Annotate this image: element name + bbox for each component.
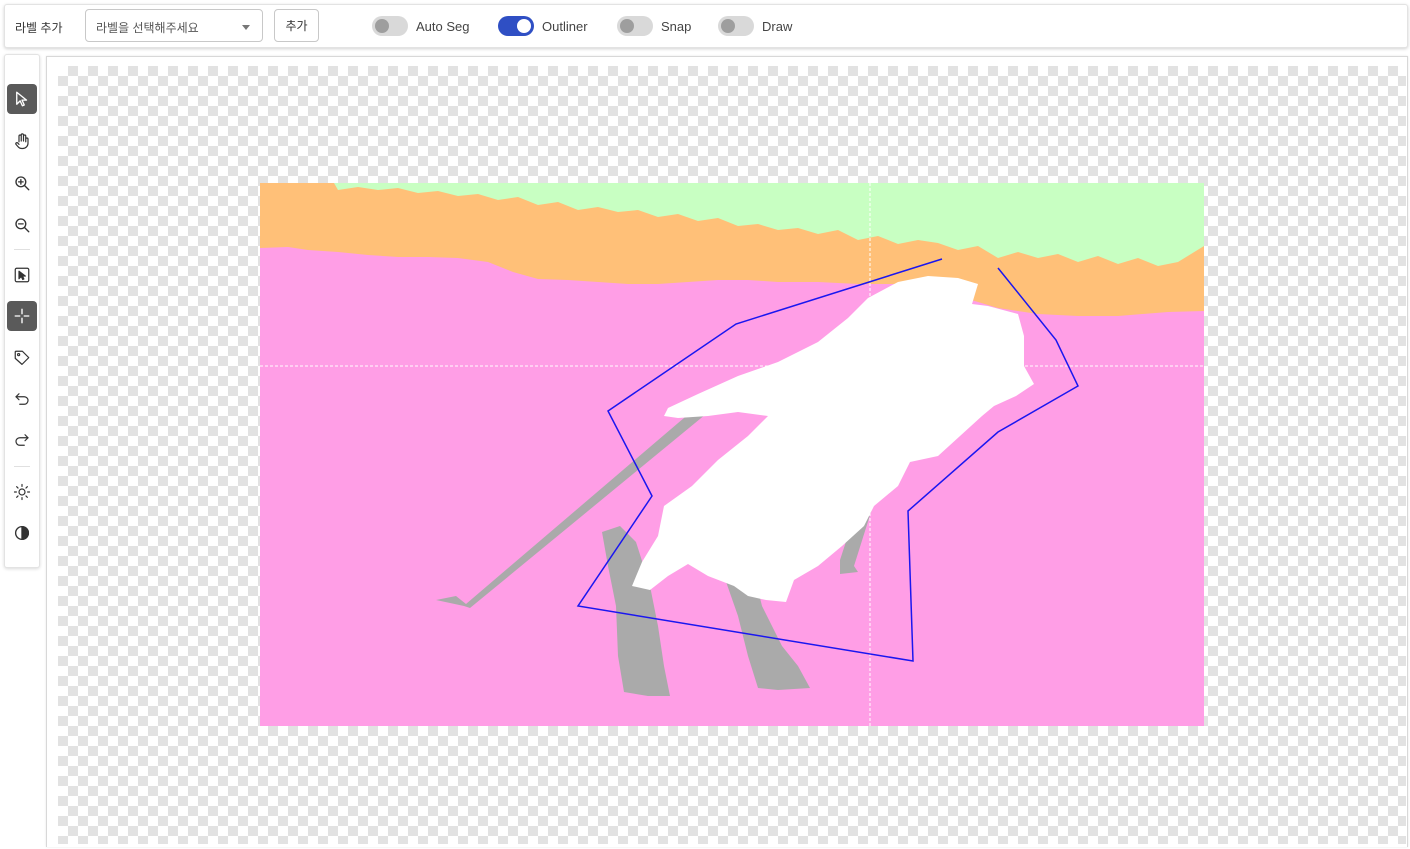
brightness-icon (13, 483, 31, 501)
add-label-button[interactable]: 추가 (274, 9, 319, 42)
toggle-draw[interactable]: Draw (718, 15, 792, 37)
segmentation-layer[interactable] (58, 66, 1406, 844)
toggle-knob (721, 19, 735, 33)
toggle-knob (375, 19, 389, 33)
toolbar-divider (14, 249, 30, 250)
label-select-placeholder: 라벨을 선택해주세요 (96, 21, 199, 35)
undo-button[interactable] (7, 384, 37, 414)
crosshair-icon (14, 308, 30, 324)
toggle-label: Auto Seg (416, 18, 470, 34)
pointer-icon (16, 91, 28, 107)
zoom-in-icon (15, 176, 30, 191)
hand-icon (15, 133, 29, 150)
annotation-canvas[interactable] (58, 66, 1406, 844)
toggle-knob (517, 19, 531, 33)
brightness-tool[interactable] (7, 477, 37, 507)
zoom-out-icon (15, 218, 30, 233)
redo-icon (15, 434, 29, 446)
toggle-label: Snap (661, 18, 692, 34)
toggle-snap[interactable]: Snap (617, 15, 691, 37)
toggle-switch[interactable] (498, 16, 534, 36)
crosshair-tool[interactable] (7, 301, 37, 331)
pan-tool[interactable] (7, 126, 37, 156)
label-select[interactable]: 라벨을 선택해주세요 (85, 9, 263, 42)
tag-icon (14, 350, 30, 365)
contrast-tool[interactable] (7, 518, 37, 548)
toggle-knob (620, 19, 634, 33)
zoom-in-tool[interactable] (7, 168, 37, 198)
toggle-switch[interactable] (617, 16, 653, 36)
tag-tool[interactable] (7, 343, 37, 373)
pointer-tool[interactable] (7, 84, 37, 114)
top-toolbar: 라벨 추가 라벨을 선택해주세요 추가 Auto Seg Outliner Sn… (4, 4, 1408, 48)
undo-icon (15, 393, 29, 405)
toggle-auto-seg[interactable]: Auto Seg (372, 15, 470, 37)
contrast-icon (14, 525, 30, 541)
toolbar-divider (14, 466, 30, 467)
toggle-switch[interactable] (718, 16, 754, 36)
redo-button[interactable] (7, 425, 37, 455)
toggle-switch[interactable] (372, 16, 408, 36)
select-box-tool[interactable] (7, 260, 37, 290)
zoom-out-tool[interactable] (7, 210, 37, 240)
toggle-label: Draw (762, 18, 793, 34)
label-add-title: 라벨 추가 (15, 21, 63, 35)
toggle-outliner[interactable]: Outliner (498, 15, 588, 37)
toggle-label: Outliner (542, 18, 588, 34)
select-box-icon (14, 267, 30, 283)
caret-down-icon (242, 25, 250, 30)
left-toolbar (4, 54, 40, 568)
